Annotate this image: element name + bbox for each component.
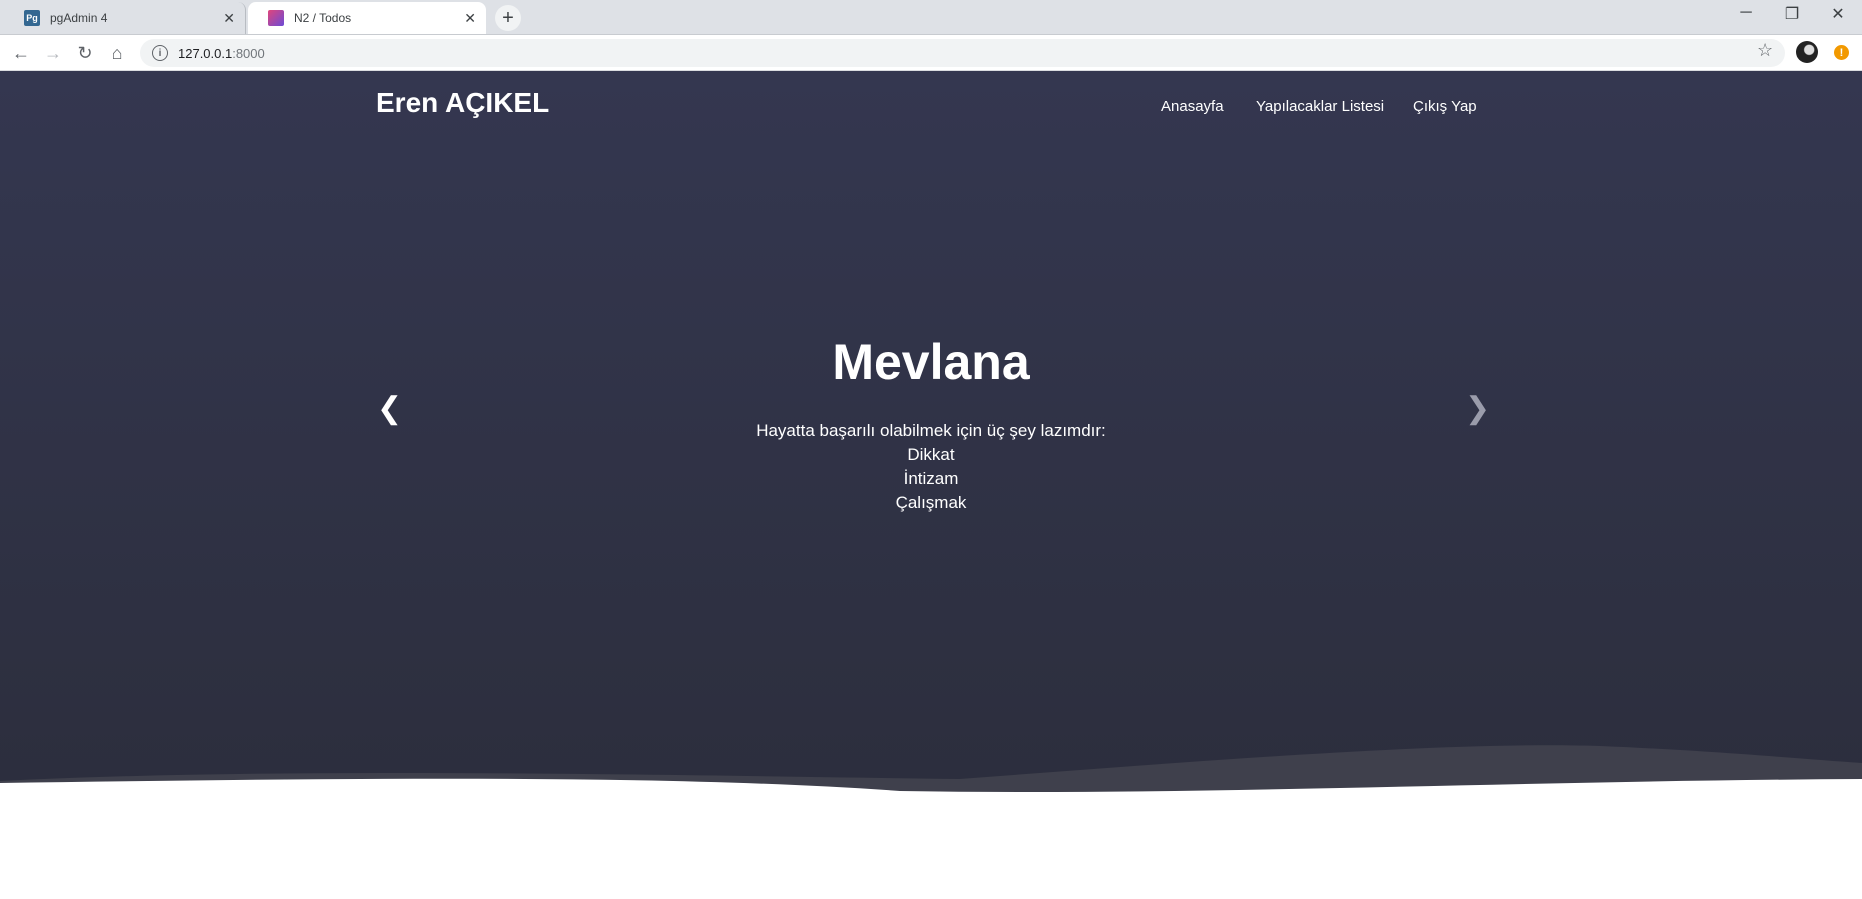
close-icon[interactable]: ✕: [464, 10, 476, 26]
window-close-icon[interactable]: ✕: [1815, 4, 1861, 24]
tab-pgadmin[interactable]: Pg pgAdmin 4 ✕: [4, 2, 246, 34]
slide-title: Mevlana: [832, 334, 1030, 390]
restore-icon[interactable]: ❐: [1769, 4, 1815, 24]
address-bar[interactable]: i 127.0.0.1:8000: [140, 39, 1785, 67]
n2-favicon-icon: [268, 10, 284, 26]
nav-home[interactable]: Anasayfa: [1161, 98, 1224, 115]
bookmark-star-icon[interactable]: ☆: [1757, 40, 1773, 61]
url-host: 127.0.0.1: [178, 45, 233, 61]
browser-toolbar: ← → ↻ ⌂ i 127.0.0.1:8000: [0, 35, 1862, 71]
forward-icon[interactable]: →: [41, 41, 65, 65]
slide-line: Çalışmak: [895, 493, 967, 512]
hero-section: Eren AÇIKEL Anasayfa Yapılacaklar Listes…: [0, 71, 1862, 801]
wave-divider: [0, 745, 1862, 801]
tab-strip: Pg pgAdmin 4 ✕ N2 / Todos ✕ + ─ ❐ ✕: [0, 0, 1862, 35]
new-tab-button[interactable]: +: [495, 5, 521, 31]
slide-line: İntizam: [903, 469, 959, 488]
slide-line: Dikkat: [907, 445, 955, 464]
nav-logout[interactable]: Çıkış Yap: [1413, 98, 1477, 115]
minimize-icon[interactable]: ─: [1723, 4, 1769, 22]
tab-title: N2 / Todos: [294, 11, 352, 25]
reload-icon[interactable]: ↻: [73, 41, 97, 65]
site-brand[interactable]: Eren AÇIKEL: [376, 87, 549, 119]
warning-icon[interactable]: !: [1834, 45, 1849, 60]
back-icon[interactable]: ←: [9, 41, 33, 65]
home-icon[interactable]: ⌂: [105, 41, 129, 65]
tab-title: pgAdmin 4: [50, 11, 108, 25]
info-icon[interactable]: i: [152, 45, 168, 61]
slide-text: Hayatta başarılı olabilmek için üç şey l…: [0, 419, 1862, 515]
tab-todos[interactable]: N2 / Todos ✕: [248, 2, 486, 34]
nav-todo-list[interactable]: Yapılacaklar Listesi: [1256, 98, 1384, 115]
url-port: :8000: [232, 45, 265, 61]
pgadmin-favicon-icon: Pg: [24, 10, 40, 26]
slide-line: Hayatta başarılı olabilmek için üç şey l…: [756, 421, 1106, 440]
close-icon[interactable]: ✕: [223, 10, 235, 26]
profile-avatar[interactable]: [1796, 41, 1818, 63]
